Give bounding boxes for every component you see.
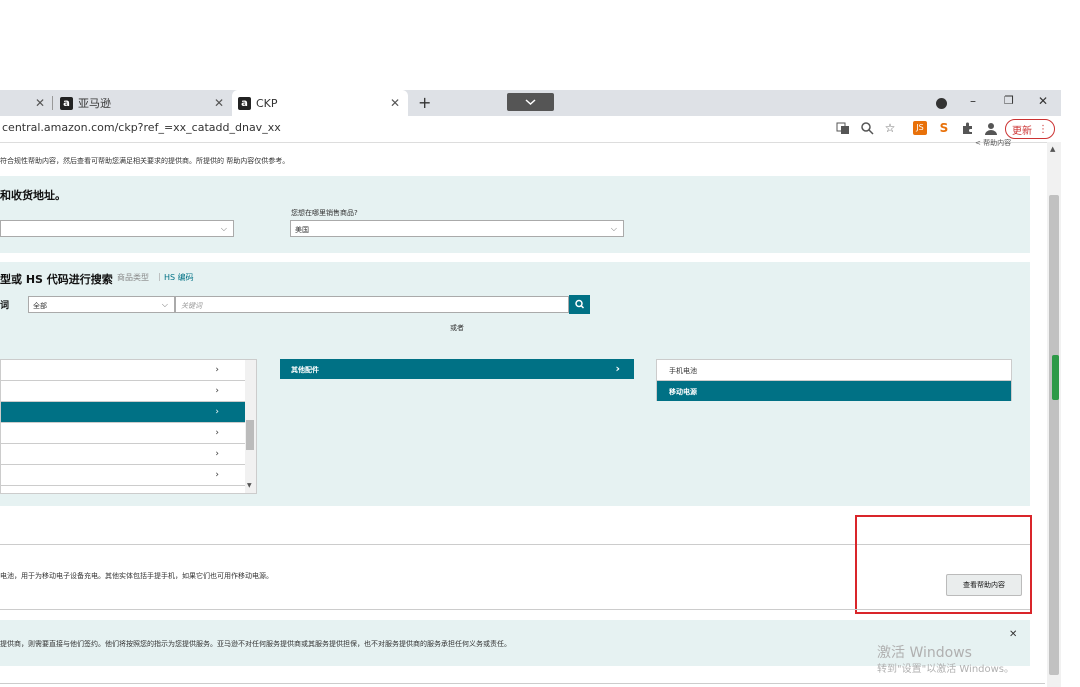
window-close-button[interactable]: ✕ xyxy=(1038,94,1048,108)
chevron-down-icon: ⌵ xyxy=(161,300,168,309)
list-scrollbar[interactable]: ▼ xyxy=(245,360,256,493)
activate-windows-watermark: 激活 Windows xyxy=(877,645,972,661)
sell-country-value: 美国 xyxy=(295,226,309,234)
chevron-right-icon: › xyxy=(615,362,620,375)
chevron-down-icon: ⌵ xyxy=(610,224,617,233)
result-description: 电池，用于为移动电子设备充电。其他实体包括手提手机，如果它们也可用作移动电源。 xyxy=(0,572,273,580)
extension-s-icon[interactable]: S xyxy=(937,121,951,135)
category-select[interactable]: 全部 ⌵ xyxy=(28,296,175,313)
tab-bar: ✕ a 亚马逊 ✕ a CKP ✕ + – ❐ ✕ xyxy=(0,90,1061,116)
chevron-right-icon: › xyxy=(215,470,219,480)
divider xyxy=(0,609,1030,610)
chevron-right-icon: › xyxy=(215,428,219,438)
activate-windows-hint: 转到"设置"以激活 Windows。 xyxy=(877,664,1015,675)
list-item-selected[interactable]: 移动电源 xyxy=(657,381,1011,401)
chevron-right-icon: › xyxy=(215,386,219,396)
keyword-label: 词 xyxy=(0,301,10,311)
category-label: 其他配件 xyxy=(291,366,319,374)
chevron-right-icon: › xyxy=(215,449,219,459)
product-type-link[interactable]: 商品类型 xyxy=(117,272,149,283)
chevron-right-icon: › xyxy=(215,365,219,375)
scroll-down-arrow-icon[interactable]: ▼ xyxy=(247,482,252,489)
scroll-marker xyxy=(1052,355,1059,400)
tab-amazon[interactable]: a 亚马逊 ✕ xyxy=(60,90,230,116)
list-item[interactable]: 手机电池 xyxy=(657,360,1011,381)
tab-search-button[interactable] xyxy=(507,93,554,111)
list-item[interactable]: › xyxy=(1,444,245,465)
disclaimer-panel: 提供商，则需要直接与他们签约。他们将按照您的指示为您提供服务。亚马逊不对任何服务… xyxy=(0,620,1030,666)
highlight-box xyxy=(855,515,1032,614)
search-icon xyxy=(575,299,585,309)
search-section-title: 型或 HS 代码进行搜索 xyxy=(0,273,113,286)
category-label: 手机电池 xyxy=(669,367,697,375)
or-text: 或者 xyxy=(450,324,464,332)
list-scroll-thumb[interactable] xyxy=(246,420,254,450)
amazon-logo-icon: a xyxy=(60,96,73,110)
chevron-down-icon: ⌵ xyxy=(220,224,227,233)
zoom-icon[interactable] xyxy=(860,121,874,135)
tab-label: 亚马逊 xyxy=(78,97,111,110)
sell-country-label: 您想在哪里销售商品? xyxy=(291,209,358,217)
list-item[interactable]: › xyxy=(1,423,245,444)
list-item[interactable]: › xyxy=(1,381,245,402)
divider xyxy=(0,683,1045,684)
tab-label: CKP xyxy=(256,96,278,110)
tab-close-icon[interactable]: ✕ xyxy=(35,96,45,110)
category-list-level2-item-selected[interactable]: 其他配件 › xyxy=(280,359,634,379)
disclaimer-text: 提供商，则需要直接与他们签约。他们将按照您的指示为您提供服务。亚马逊不对任何服务… xyxy=(0,640,511,648)
scroll-up-arrow-icon[interactable]: ▲ xyxy=(1050,145,1055,153)
extension-js-icon[interactable]: JS xyxy=(913,121,927,135)
url-field[interactable]: central.amazon.com/ckp?ref_=xx_catadd_dn… xyxy=(2,121,281,134)
search-panel: 型或 HS 代码进行搜索 商品类型 | HS 编码 词 全部 ⌵ 关键词 或者 … xyxy=(0,262,1030,506)
tab-ckp[interactable]: a CKP ✕ xyxy=(232,90,408,116)
extensions-puzzle-icon[interactable] xyxy=(960,121,974,135)
page-scroll-thumb[interactable] xyxy=(1049,195,1059,675)
update-label: 更新 xyxy=(1012,125,1032,137)
category-label: 移动电源 xyxy=(669,388,697,396)
address-panel: 和收货地址。 ⌵ 您想在哪里销售商品? 美国 ⌵ xyxy=(0,176,1030,253)
update-button[interactable]: 更新 ⋮ xyxy=(1005,119,1055,139)
minimize-button[interactable]: – xyxy=(970,94,976,108)
category-list-level3: 手机电池 移动电源 xyxy=(656,359,1012,401)
chevron-right-icon: › xyxy=(215,407,219,417)
bookmark-star-icon[interactable]: ☆ xyxy=(883,121,897,135)
address-section-title: 和收货地址。 xyxy=(0,189,66,202)
address-bar: central.amazon.com/ckp?ref_=xx_catadd_dn… xyxy=(0,116,1061,143)
ship-from-select[interactable]: ⌵ xyxy=(0,220,234,237)
tab-close-icon[interactable]: ✕ xyxy=(390,96,400,110)
list-item[interactable]: › xyxy=(1,360,245,381)
search-button[interactable] xyxy=(569,295,590,314)
link-separator: | xyxy=(158,272,161,281)
list-item[interactable]: › xyxy=(1,465,245,486)
help-content-link[interactable]: < 帮助内容 xyxy=(975,138,1011,148)
list-item-selected[interactable]: › xyxy=(1,402,245,423)
chevron-down-icon xyxy=(525,99,536,106)
profile-avatar-icon[interactable] xyxy=(984,121,998,135)
amazon-logo-icon: a xyxy=(238,96,251,110)
search-placeholder: 关键词 xyxy=(181,302,202,310)
restore-button[interactable]: ❐ xyxy=(1004,94,1014,107)
category-list-level1: › › › › › › ▼ xyxy=(0,359,257,494)
tab-divider xyxy=(52,96,53,110)
sell-country-select[interactable]: 美国 ⌵ xyxy=(290,220,624,237)
search-input[interactable]: 关键词 xyxy=(175,296,569,313)
page-notice: 符合规性帮助内容，然后查看可帮助您满足相关要求的提供商。所提供的 帮助内容仅供参… xyxy=(0,157,290,165)
profile-record-icon[interactable] xyxy=(936,98,947,109)
more-menu-icon: ⋮ xyxy=(1038,123,1048,135)
tab-close-icon[interactable]: ✕ xyxy=(214,96,224,110)
translate-icon[interactable] xyxy=(836,121,850,135)
new-tab-button[interactable]: + xyxy=(418,93,431,112)
disclaimer-close-icon[interactable]: ✕ xyxy=(1009,629,1017,640)
category-value: 全部 xyxy=(33,302,47,310)
hs-code-link[interactable]: HS 编码 xyxy=(164,272,194,283)
